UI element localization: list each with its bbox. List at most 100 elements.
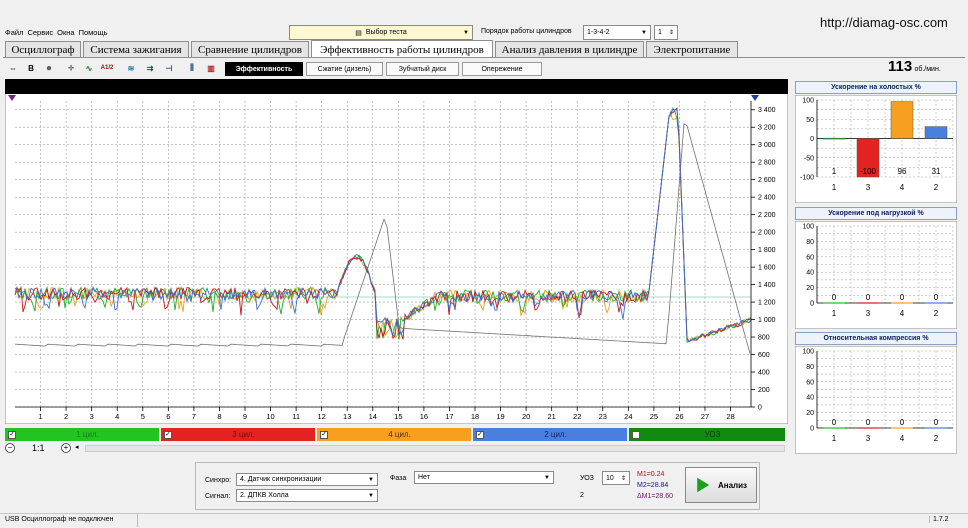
scroll-left-icon[interactable]: ◂ [75, 443, 79, 451]
bars-icon[interactable]: ▥ [204, 61, 218, 75]
cut-icon[interactable]: ⫼ [185, 61, 199, 75]
panel-y-tick: -50 [804, 155, 814, 162]
checkbox[interactable]: ✓ [320, 430, 328, 439]
y-tick-label: 3 000 [758, 142, 776, 149]
panel-y-tick: 60 [806, 379, 814, 386]
checkbox[interactable] [632, 430, 640, 439]
x-tick-label: 27 [701, 412, 709, 421]
stepper-arrows-icon: ⇕ [668, 30, 674, 36]
bar-category: 2 [934, 309, 939, 318]
subtab-advance[interactable]: Опережение [462, 62, 542, 76]
math-icon[interactable]: A1/2 [100, 61, 114, 75]
panel-y-tick: 40 [806, 270, 814, 277]
checkbox[interactable]: ✓ [164, 430, 172, 439]
sync-select[interactable]: 4. Датчик синхронизации ▼ [236, 473, 378, 486]
compression-chart: 10080604020001030402 [795, 346, 957, 454]
subtab-gear-disk[interactable]: Зубчатый диск [386, 62, 459, 76]
rpm-value: 113 [888, 58, 913, 75]
y-tick-label: 600 [758, 352, 770, 359]
checkbox[interactable]: ✓ [8, 430, 16, 439]
panel-title-load: Ускорение под нагрузкой % [795, 207, 957, 220]
horizontal-scrollbar[interactable] [85, 445, 785, 452]
site-url[interactable]: http://diamag-osc.com [820, 15, 948, 30]
y-tick-label: 2 000 [758, 230, 776, 237]
bar-value: 96 [898, 167, 907, 176]
x-tick-label: 10 [266, 412, 274, 421]
x-tick-label: 7 [192, 412, 196, 421]
bar-category: 4 [900, 183, 905, 192]
bar-value: -100 [860, 167, 877, 176]
x-tick-label: 19 [496, 412, 504, 421]
grid-icon[interactable]: ≋ [124, 61, 138, 75]
y-tick-label: 2 600 [758, 177, 776, 184]
x-tick-label: 12 [317, 412, 325, 421]
load-accel-chart: 10080604020001030402 [795, 221, 957, 329]
controls-panel [195, 462, 760, 510]
legend-cyl-3[interactable]: ✓ 3 цил. [161, 428, 315, 441]
layers-icon[interactable]: ⇉ [143, 61, 157, 75]
y-tick-label: 1 000 [758, 317, 776, 324]
tab-pressure[interactable]: Анализ давления в цилиндре [495, 41, 644, 57]
uoz-sub-value: 2 [580, 492, 584, 499]
x-tick-label: 23 [599, 412, 607, 421]
menu-windows[interactable]: Окна [57, 28, 74, 37]
x-tick-label: 24 [624, 412, 632, 421]
firing-order-select[interactable]: 1-3-4-2 ▼ [583, 25, 651, 40]
panel-y-tick: 40 [806, 395, 814, 402]
uoz-stepper[interactable]: 10 ⇕ [602, 471, 630, 485]
chevron-down-icon: ▼ [368, 492, 374, 499]
tab-ignition[interactable]: Система зажигания [83, 41, 189, 57]
analyze-button[interactable]: Анализ [685, 467, 757, 503]
tab-strip-line [3, 57, 965, 58]
bar [924, 126, 948, 139]
cursor-icon[interactable]: ⇔ [6, 61, 20, 75]
bar [890, 101, 914, 139]
tab-power[interactable]: Электропитание [646, 41, 738, 57]
bold-b-icon[interactable]: B [24, 61, 38, 75]
bar-value: 1 [832, 167, 837, 176]
zoom-out-icon[interactable]: − [5, 443, 15, 453]
menu-file[interactable]: Файл [5, 28, 23, 37]
panel-y-tick: 80 [806, 239, 814, 246]
tab-efficiency[interactable]: Эффективность работы цилиндров [311, 40, 493, 58]
idle-accel-chart: 100 50 0 -50 -100 1 1 -100 3 96 4 31 2 [795, 95, 957, 203]
oscillogram-chart[interactable]: 3 4003 2003 0002 8002 6002 4002 2002 000… [5, 79, 788, 424]
phase-select[interactable]: Нет ▼ [414, 471, 554, 484]
legend-cyl-4[interactable]: ✓ 4 цил. [317, 428, 471, 441]
time-icon[interactable]: ⊣ [162, 61, 176, 75]
signal-select[interactable]: 2. ДПКВ Холла ▼ [236, 489, 378, 502]
checkbox[interactable]: ✓ [476, 430, 484, 439]
panel-y-tick: 60 [806, 254, 814, 261]
zoom-in-icon[interactable]: + [61, 443, 71, 453]
menu-help[interactable]: Помощь [79, 28, 108, 37]
zoom-level: 1:1 [32, 443, 45, 453]
cylinder-stepper[interactable]: 1 ⇕ [654, 25, 678, 40]
subtab-diesel-compression[interactable]: Сжатие (дизель) [306, 62, 383, 76]
test-select[interactable]: ▤ Выбор теста ▼ [289, 25, 473, 40]
bar-category: 3 [866, 309, 871, 318]
panel-y-tick: 20 [806, 285, 814, 292]
status-connection: USB Осциллограф не подключен [5, 516, 114, 523]
y-tick-label: 3 200 [758, 125, 776, 132]
bar-category: 1 [832, 309, 837, 318]
x-tick-label: 14 [369, 412, 377, 421]
panel-y-tick: -100 [800, 175, 814, 182]
waveform-icon[interactable]: ∿ [82, 61, 96, 75]
rpm-icon[interactable]: ⊛ [42, 61, 56, 75]
x-tick-label: 16 [420, 412, 428, 421]
bar-value: 0 [832, 293, 837, 302]
subtab-efficiency[interactable]: Эффективность [225, 62, 303, 76]
panel-y-tick: 50 [806, 117, 814, 124]
axis-scale-icon[interactable]: ⊹ [64, 61, 78, 75]
bar-category: 4 [900, 309, 905, 318]
bar-value: 0 [866, 418, 871, 427]
x-tick-label: 28 [726, 412, 734, 421]
tab-oscilloscope[interactable]: Осциллограф [5, 41, 81, 57]
legend-cyl-1[interactable]: ✓ 1 цил. [5, 428, 159, 441]
tab-compare[interactable]: Сравнение цилиндров [191, 41, 309, 57]
legend-uoz[interactable]: УОЗ [629, 428, 785, 441]
bar-value: 0 [900, 293, 905, 302]
menu-service[interactable]: Сервис [27, 28, 53, 37]
legend-cyl-2[interactable]: ✓ 2 цил. [473, 428, 627, 441]
status-bar [0, 513, 968, 528]
